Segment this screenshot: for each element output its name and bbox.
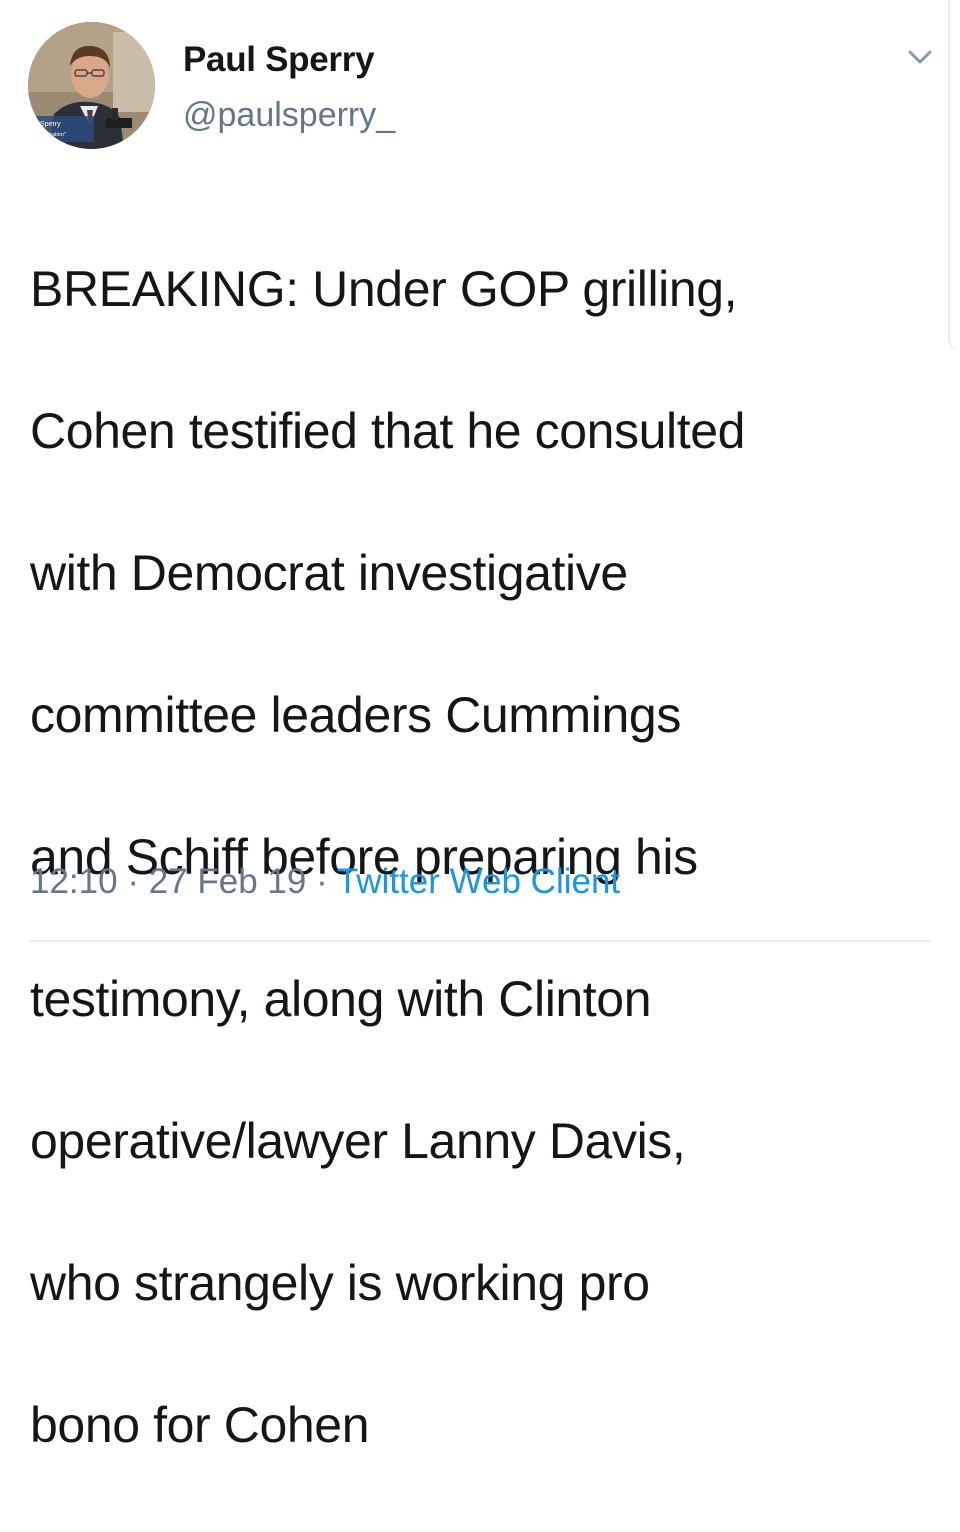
tweet-text-line: operative/lawyer Lanny Davis, [30,1113,686,1169]
tweet-text: BREAKING: Under GOP grilling, Cohen test… [30,183,930,1532]
avatar[interactable]: Sperry "Infiltration" [28,22,155,149]
tweet-text-line: committee leaders Cummings [30,687,681,743]
tweet-card: Sperry "Infiltration" Paul Sperry @pauls… [0,0,960,1453]
divider [30,940,930,942]
scrollbar-edge [948,0,960,350]
tweet-text-line: testimony, along with Clinton [30,971,652,1027]
tweet-time[interactable]: 12:10 [30,862,118,901]
tweet-text-line: who strangely is working pro [30,1255,650,1311]
tweet-text-line: BREAKING: Under GOP grilling, [30,261,738,317]
chevron-down-icon [908,50,932,64]
tweet-text-line: with Democrat investigative [30,545,628,601]
tweet-metadata: 12:10 · 27 Feb 19 · Twitter Web Client [30,862,620,902]
author-handle[interactable]: @paulsperry_ [183,96,395,135]
tweet-text-line: Cohen testified that he consulted [30,403,746,459]
author-display-name[interactable]: Paul Sperry [183,40,375,80]
tweet-text-line: bono for Cohen [30,1397,370,1453]
tweet-menu-button[interactable] [900,40,940,76]
meta-separator: · [316,862,337,901]
avatar-overlay-line1: Sperry [40,121,61,128]
tweet-date[interactable]: 27 Feb 19 [149,862,307,901]
tweet-source-link[interactable]: Twitter Web Client [337,862,620,901]
avatar-overlay-line2: "Infiltration" [38,132,66,138]
meta-separator: · [127,862,149,901]
avatar-photo: Sperry "Infiltration" [28,22,155,149]
